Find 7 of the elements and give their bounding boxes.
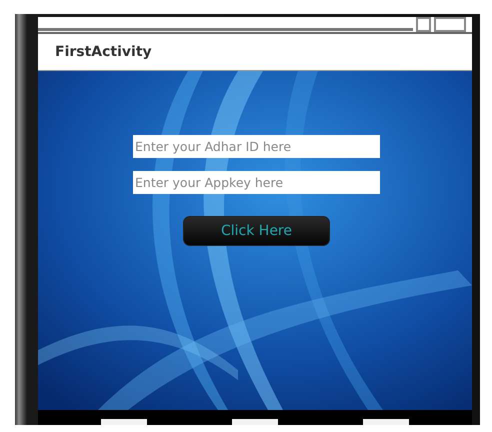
nav-key[interactable] [100, 419, 147, 425]
input-field[interactable]: Enter your Adhar ID here [133, 135, 380, 158]
input-field[interactable]: Enter your Appkey here [133, 171, 380, 194]
nav-key[interactable] [363, 419, 410, 425]
click-button[interactable]: Click Here [183, 216, 330, 246]
activity-title: FirstActivity [55, 44, 152, 60]
nav-key[interactable] [232, 419, 278, 425]
